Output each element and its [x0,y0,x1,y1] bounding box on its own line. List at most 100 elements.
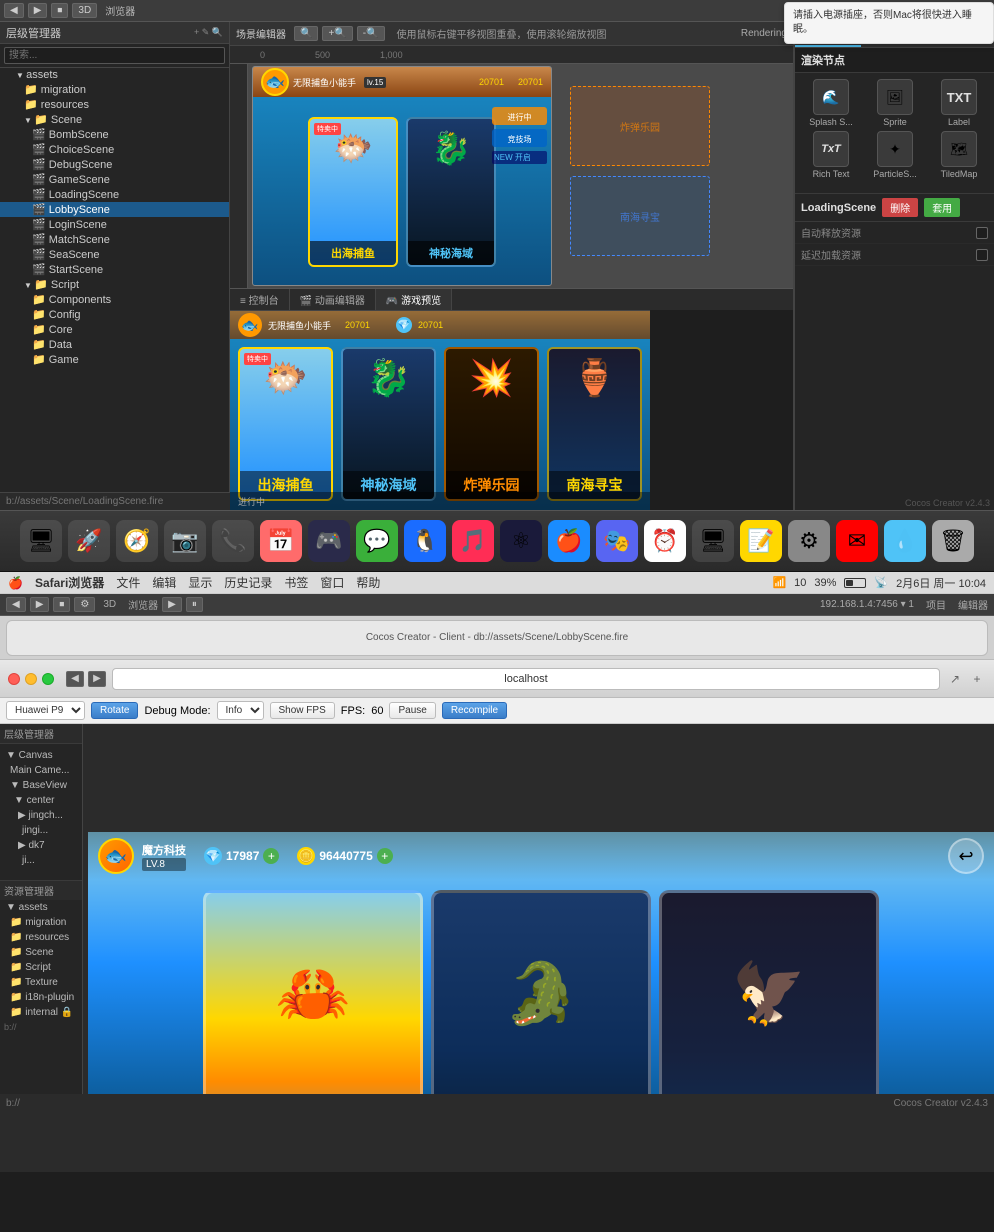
traffic-maximize[interactable] [42,673,54,685]
gold-add-btn[interactable]: + [377,848,393,864]
safari-menu-app[interactable]: Safari浏览器 [35,574,104,591]
tree-item-config[interactable]: 📁 Config [0,307,229,322]
tree-item-bombscene[interactable]: 🎬 BombScene [0,127,229,142]
dock-trash[interactable]: 🗑 [932,520,974,562]
dock-launchpad[interactable]: 🚀 [68,520,110,562]
tiledmap-icon[interactable]: 🗺 [941,131,977,167]
tree-item-choicescene[interactable]: 🎬 ChoiceScene [0,142,229,157]
sh-canvas[interactable]: ▼ Canvas [0,748,82,763]
recompile-btn[interactable]: Recompile [442,702,507,719]
dock-mail[interactable]: ✉ [836,520,878,562]
device-selector[interactable]: Huawei P9 [6,701,85,720]
dock-display[interactable]: 🖥 [692,520,734,562]
dock-clock[interactable]: ⏰ [644,520,686,562]
tree-item-script-folder[interactable]: 📁 Script [0,277,229,292]
dock-qq[interactable]: 🐧 [404,520,446,562]
hierarchy-search[interactable] [0,44,229,68]
cocos-tb-pause[interactable]: ⏸ [186,597,203,612]
sa-script[interactable]: 📁 Script [0,960,82,975]
sa-migration[interactable]: 📁 migration [0,915,82,930]
dock-safari[interactable]: 🧭 [116,520,158,562]
tab-console[interactable]: ≡ 控制台 [230,289,290,310]
richtext-icon[interactable]: TxT [813,131,849,167]
dock-calendar[interactable]: 📅 [260,520,302,562]
safari-plus-icon[interactable]: + [968,670,986,688]
scene-zoom-out[interactable]: -🔍 [357,26,385,41]
sh-jingch[interactable]: ▶ jingch... [0,808,82,823]
tree-item-lobbyscene[interactable]: 🎬 LobbyScene [0,202,229,217]
scene-zoom-fit[interactable]: 🔍 [294,26,318,41]
sh-baseview[interactable]: ▼ BaseView [0,778,82,793]
tree-item-assets[interactable]: assets [0,68,229,82]
sa-resources[interactable]: 📁 resources [0,930,82,945]
sa-i18n[interactable]: 📁 i18n-plugin [0,990,82,1005]
sa-scene[interactable]: 📁 Scene [0,945,82,960]
menu-history[interactable]: 历史记录 [224,574,272,591]
toolbar-3d-btn[interactable]: 3D [72,3,97,18]
tree-item-migration[interactable]: 📁 migration [0,82,229,97]
tree-item-loadingscene[interactable]: 🎬 LoadingScene [0,187,229,202]
back-button[interactable]: ↩ [948,838,984,874]
safari-share-icon[interactable]: ↗ [946,670,964,688]
tree-item-data[interactable]: 📁 Data [0,337,229,352]
scene-zoom-in[interactable]: +🔍 [322,26,352,41]
rotate-btn[interactable]: Rotate [91,702,138,719]
tab-animation[interactable]: 🎬 动画编辑器 [290,289,376,310]
auto-play-checkbox[interactable] [976,227,988,239]
tree-item-game[interactable]: 📁 Game [0,352,229,367]
particle-icon[interactable]: ✦ [877,131,913,167]
diamond-add-btn[interactable]: + [263,848,279,864]
game-card-deep[interactable]: 🐊 深海巨鳄 💰 100~3000 💰 无限制 👤 1306 [431,890,651,1094]
toolbar-back-btn[interactable]: ◀ [4,3,24,18]
cocos-tb-fwd[interactable]: ▶ [30,597,50,612]
dock-phone[interactable]: 📞 [212,520,254,562]
dock-appstore[interactable]: 🍎 [548,520,590,562]
dock-prefs[interactable]: ⚙ [788,520,830,562]
tree-item-resources[interactable]: 📁 resources [0,97,229,112]
cocos-tb-play[interactable]: ▶ [162,597,182,612]
menu-view[interactable]: 显示 [188,574,212,591]
traffic-minimize[interactable] [25,673,37,685]
sh-maincam[interactable]: Main Came... [0,763,82,778]
dock-notes[interactable]: 📝 [740,520,782,562]
tree-item-loginscene[interactable]: 🎬 LoginScene [0,217,229,232]
loading-scene-delete-btn[interactable]: 删除 [882,198,918,217]
scene-canvas[interactable]: 0 500 1,000 🐟 无限捕鱼小能手 lv.15 20701 20701 [230,46,793,288]
traffic-close[interactable] [8,673,20,685]
tree-item-seascene[interactable]: 🎬 SeaScene [0,247,229,262]
cocos-tb-stop[interactable]: ⏹ [53,597,70,612]
preview-lobby-card-4[interactable]: 🏺 南海寻宝 [547,347,642,501]
debug-mode-selector[interactable]: Info [217,701,264,720]
tree-item-components[interactable]: 📁 Components [0,292,229,307]
loading-scene-apply-btn[interactable]: 套用 [924,198,960,217]
cocos-tb-back[interactable]: ◀ [6,597,26,612]
sh-dk7[interactable]: ▶ dk7 [0,838,82,853]
sprite-icon[interactable]: 🖼 [877,79,913,115]
preview-lobby-card-3[interactable]: 💥 炸弹乐园 [444,347,539,501]
toolbar-fwd-btn[interactable]: ▶ [28,3,48,18]
menu-bookmarks[interactable]: 书签 [284,574,308,591]
sh-jingi[interactable]: jingi... [0,823,82,838]
dock-discord[interactable]: 🎭 [596,520,638,562]
dock-react[interactable]: ⚛ [500,520,542,562]
dock-arcade[interactable]: 🎮 [308,520,350,562]
preview-lobby-card-1[interactable]: 🐡 出海捕鱼 特卖中 [238,347,333,501]
menu-window[interactable]: 窗口 [320,574,344,591]
url-bar[interactable]: localhost [112,668,940,690]
menu-help[interactable]: 帮助 [356,574,380,591]
dock-music[interactable]: 🎵 [452,520,494,562]
show-fps-btn[interactable]: Show FPS [270,702,335,719]
dock-photos[interactable]: 📷 [164,520,206,562]
tree-item-debugscene[interactable]: 🎬 DebugScene [0,157,229,172]
sa-texture[interactable]: 📁 Texture [0,975,82,990]
cocos-tb-editor[interactable]: 编辑器 [958,597,988,612]
safari-fwd-btn[interactable]: ▶ [88,671,106,687]
game-card-sacred[interactable]: 🦅 圣兽宝藏 进入条件：≥ 500倍炮 👤 1832 [659,890,879,1094]
tree-item-startscene[interactable]: 🎬 StartScene [0,262,229,277]
safari-back-btn[interactable]: ◀ [66,671,84,687]
tab-preview[interactable]: 🎮 游戏预览 [376,289,452,310]
label-icon[interactable]: TXT [941,79,977,115]
cocos-tb-project[interactable]: 项目 [926,597,946,612]
dock-wechat[interactable]: 💬 [356,520,398,562]
preview-lobby-card-2[interactable]: 🐉 神秘海域 [341,347,436,501]
